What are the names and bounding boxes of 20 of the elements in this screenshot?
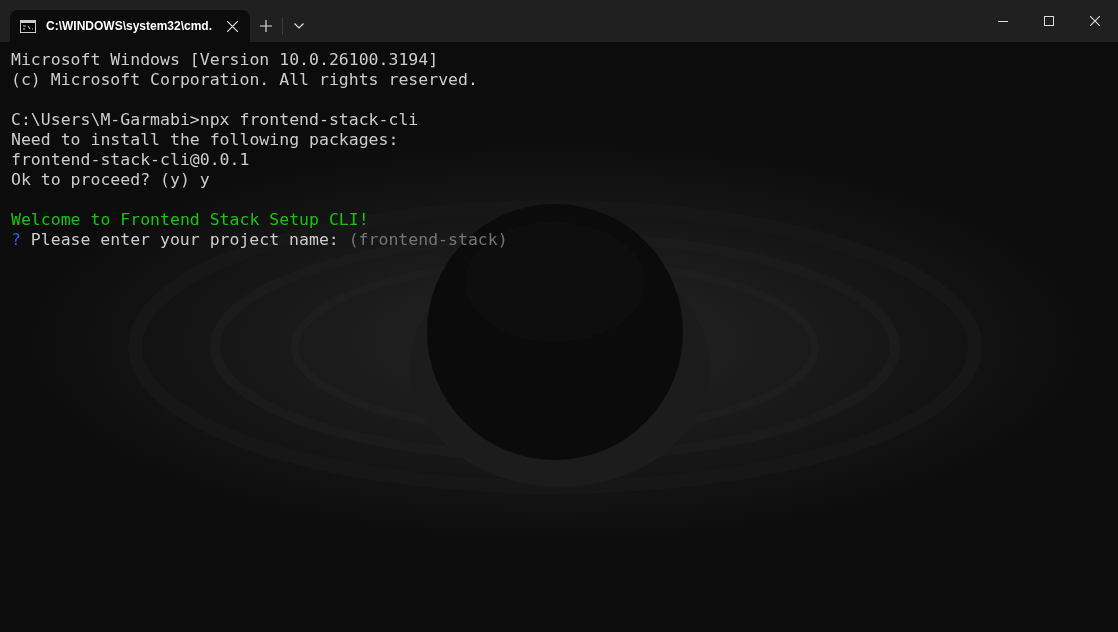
tab[interactable]: C:\WINDOWS\system32\cmd. xyxy=(10,10,250,42)
output-line: Ok to proceed? (y) y xyxy=(11,170,210,190)
chevron-down-icon xyxy=(294,23,304,29)
default-value-hint: (frontend-stack) xyxy=(348,230,508,250)
close-icon xyxy=(1090,16,1100,26)
minimize-icon xyxy=(998,20,1008,22)
close-tab-button[interactable] xyxy=(224,18,240,34)
maximize-icon xyxy=(1044,16,1054,26)
terminal-icon xyxy=(20,19,36,33)
output-line: frontend-stack-cli@0.0.1 xyxy=(11,150,250,170)
output-line: C:\Users\M-Garmabi>npx frontend-stack-cli xyxy=(11,110,419,130)
output-line: Please enter your project name: xyxy=(30,230,339,250)
prompt-marker: ? xyxy=(11,230,21,250)
output-line: Need to install the following packages: xyxy=(11,130,399,150)
plus-icon xyxy=(260,20,272,32)
output-line: (c) Microsoft Corporation. All rights reserved. xyxy=(11,70,478,90)
tab-title: C:\WINDOWS\system32\cmd. xyxy=(46,19,214,33)
success-message: Welcome to Frontend Stack Setup CLI! xyxy=(11,210,369,230)
output-line: Microsoft Windows [Version 10.0.26100.3194] xyxy=(11,50,439,70)
close-icon xyxy=(226,20,238,32)
